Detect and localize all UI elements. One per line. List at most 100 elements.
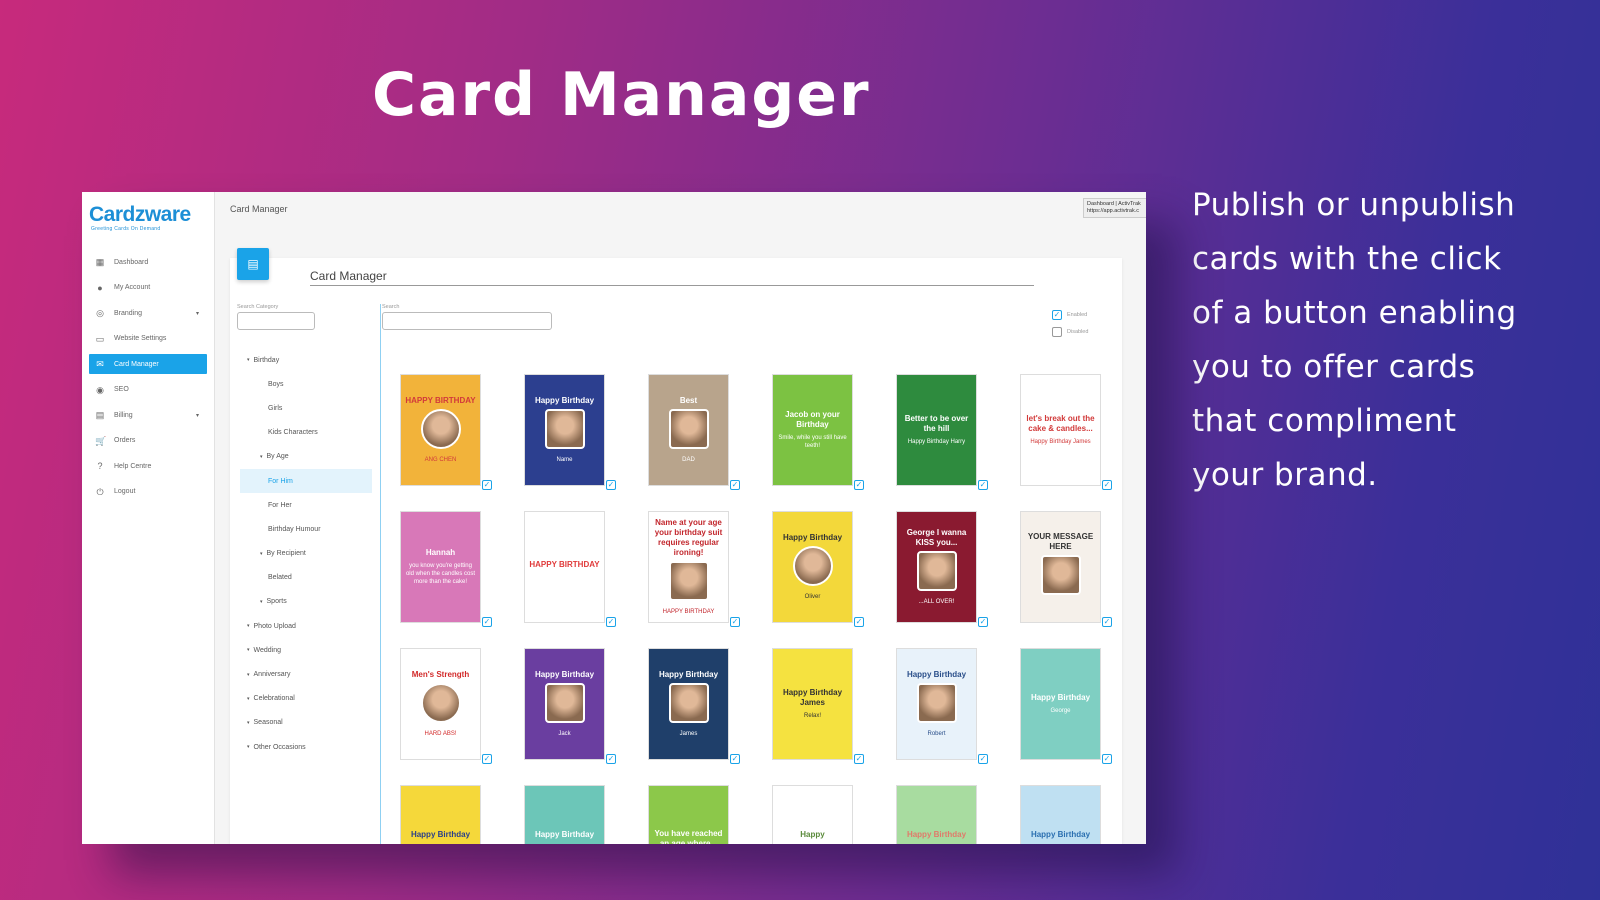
sidebar-item-billing[interactable]: ▤ Billing ▾ <box>89 405 207 425</box>
card-item[interactable]: Jacob on your Birthday Smile, while you s… <box>772 374 864 490</box>
card-enabled-checkbox[interactable]: ✓ <box>978 617 988 627</box>
card-thumbnail[interactable]: Happy BirthdayBenjamin <box>1020 785 1101 844</box>
card-item[interactable]: Happy BirthdayJames <box>400 785 490 844</box>
card-thumbnail[interactable]: HappyBIRTHDAY <box>772 785 853 844</box>
card-enabled-checkbox[interactable]: ✓ <box>482 617 492 627</box>
card-enabled-checkbox[interactable]: ✓ <box>1102 754 1112 764</box>
card-enabled-checkbox[interactable]: ✓ <box>730 480 740 490</box>
card-thumbnail[interactable]: Hannah you know you're getting old when t… <box>400 511 481 623</box>
card-enabled-checkbox[interactable]: ✓ <box>482 480 492 490</box>
category-birthday[interactable]: ▾ Birthday <box>240 348 372 372</box>
card-item[interactable]: Name at your age your birthday suit requ… <box>648 511 740 627</box>
card-item[interactable]: Men's Strength HARD ABS! ✓ <box>400 648 492 764</box>
sidebar-item-help-centre[interactable]: ? Help Centre <box>89 456 207 476</box>
card-thumbnail[interactable]: Happy Birthday Name <box>524 374 605 486</box>
card-thumbnail[interactable]: HAPPY BIRTHDAY <box>524 511 605 623</box>
card-item[interactable]: Happy Birthday Name ✓ <box>524 374 616 490</box>
card-enabled-checkbox[interactable]: ✓ <box>482 754 492 764</box>
card-thumbnail[interactable]: Jacob on your Birthday Smile, while you s… <box>772 374 853 486</box>
sidebar-item-website-settings[interactable]: ▭ Website Settings <box>89 329 207 349</box>
card-item[interactable]: You have reached an age where... <box>648 785 738 844</box>
category-by-recipient[interactable]: ▾ By Recipient <box>240 542 372 566</box>
card-item[interactable]: Happy Birthday James Relax! ✓ <box>772 648 864 764</box>
category-photo-upload[interactable]: ▾ Photo Upload <box>240 614 372 638</box>
caret-down-icon[interactable]: ▾ <box>247 720 250 726</box>
card-item[interactable]: let's break out the cake & candles... Hap… <box>1020 374 1112 490</box>
card-enabled-checkbox[interactable]: ✓ <box>606 480 616 490</box>
card-thumbnail[interactable]: Happy BirthdayDavid <box>524 785 605 844</box>
card-thumbnail[interactable]: Happy Birthday Jack <box>524 648 605 760</box>
category-boys[interactable]: Boys <box>240 372 372 396</box>
card-enabled-checkbox[interactable]: ✓ <box>606 617 616 627</box>
card-thumbnail[interactable]: George I wanna KISS you... ...ALL OVER! <box>896 511 977 623</box>
card-item[interactable]: Happy Birthday George ✓ <box>1020 648 1112 764</box>
sidebar-item-seo[interactable]: ◉ SEO <box>89 380 207 400</box>
caret-down-icon[interactable]: ▾ <box>247 672 250 678</box>
enabled-checkbox[interactable]: ✓ <box>1052 310 1062 320</box>
sidebar-item-orders[interactable]: 🛒 Orders <box>89 431 207 451</box>
sidebar-item-dashboard[interactable]: ▦ Dashboard <box>89 252 207 272</box>
card-enabled-checkbox[interactable]: ✓ <box>854 480 864 490</box>
card-thumbnail[interactable]: Happy Birthday James <box>648 648 729 760</box>
caret-down-icon[interactable]: ▾ <box>247 647 250 653</box>
card-item[interactable]: Happy BirthdayMichael <box>896 785 986 844</box>
card-thumbnail[interactable]: Happy Birthday James Relax! <box>772 648 853 760</box>
card-item[interactable]: Happy Birthday Robert ✓ <box>896 648 988 764</box>
caret-down-icon[interactable]: ▾ <box>260 454 263 460</box>
card-item[interactable]: HAPPY BIRTHDAY ✓ <box>524 511 616 627</box>
card-enabled-checkbox[interactable]: ✓ <box>1102 617 1112 627</box>
card-item[interactable]: HAPPY BIRTHDAY ANG CHEN ✓ <box>400 374 492 490</box>
category-wedding[interactable]: ▾ Wedding <box>240 638 372 662</box>
card-thumbnail[interactable]: Men's Strength HARD ABS! <box>400 648 481 760</box>
sidebar-item-branding[interactable]: ◎ Branding ▾ <box>89 303 207 323</box>
search-input[interactable] <box>382 312 552 330</box>
logo[interactable]: Cardzware Greeting Cards On Demand <box>82 192 214 244</box>
card-item[interactable]: Happy Birthday James ✓ <box>648 648 740 764</box>
card-enabled-checkbox[interactable]: ✓ <box>730 617 740 627</box>
card-enabled-checkbox[interactable]: ✓ <box>978 754 988 764</box>
caret-down-icon[interactable]: ▾ <box>260 551 263 557</box>
caret-down-icon[interactable]: ▾ <box>247 696 250 702</box>
card-item[interactable]: Best DAD ✓ <box>648 374 740 490</box>
category-seasonal[interactable]: ▾ Seasonal <box>240 711 372 735</box>
card-item[interactable]: Happy BirthdayDavid <box>524 785 614 844</box>
category-by-age[interactable]: ▾ By Age <box>240 445 372 469</box>
category-belated[interactable]: Belated <box>240 566 372 590</box>
card-thumbnail[interactable]: Best DAD <box>648 374 729 486</box>
caret-down-icon[interactable]: ▾ <box>247 623 250 629</box>
card-thumbnail[interactable]: Happy Birthday Oliver <box>772 511 853 623</box>
caret-down-icon[interactable]: ▾ <box>247 357 250 363</box>
card-thumbnail[interactable]: Better to be over the hill Happy Birthday… <box>896 374 977 486</box>
card-thumbnail[interactable]: Name at your age your birthday suit requ… <box>648 511 729 623</box>
card-thumbnail[interactable]: You have reached an age where... <box>648 785 729 844</box>
card-thumbnail[interactable]: HAPPY BIRTHDAY ANG CHEN <box>400 374 481 486</box>
category-for-her[interactable]: For Her <box>240 493 372 517</box>
card-enabled-checkbox[interactable]: ✓ <box>854 754 864 764</box>
sidebar-item-my-account[interactable]: ● My Account <box>89 278 207 298</box>
card-item[interactable]: Better to be over the hill Happy Birthday… <box>896 374 988 490</box>
sidebar-item-logout[interactable]: ⏻ Logout <box>89 482 207 502</box>
category-for-him[interactable]: For Him <box>240 468 372 494</box>
card-enabled-checkbox[interactable]: ✓ <box>1102 480 1112 490</box>
category-sports[interactable]: ▾ Sports <box>240 590 372 614</box>
card-enabled-checkbox[interactable]: ✓ <box>606 754 616 764</box>
card-enabled-checkbox[interactable]: ✓ <box>854 617 864 627</box>
card-thumbnail[interactable]: Happy BirthdayMichael <box>896 785 977 844</box>
card-item[interactable]: George I wanna KISS you... ...ALL OVER! ✓ <box>896 511 988 627</box>
category-girls[interactable]: Girls <box>240 396 372 420</box>
sidebar-item-card-manager[interactable]: ✉ Card Manager <box>89 354 207 374</box>
filter-enabled[interactable]: ✓ Enabled <box>1052 310 1087 320</box>
card-item[interactable]: Hannah you know you're getting old when t… <box>400 511 492 627</box>
card-item[interactable]: Happy Birthday Jack ✓ <box>524 648 616 764</box>
filter-disabled[interactable]: Disabled <box>1052 327 1088 337</box>
card-thumbnail[interactable]: YOUR MESSAGE HERE <box>1020 511 1101 623</box>
category-other-occasions[interactable]: ▾ Other Occasions <box>240 735 372 759</box>
disabled-checkbox[interactable] <box>1052 327 1062 337</box>
card-item[interactable]: Happy BirthdayBenjamin <box>1020 785 1110 844</box>
category-birthday-humour[interactable]: Birthday Humour <box>240 517 372 541</box>
card-thumbnail[interactable]: Happy Birthday Robert <box>896 648 977 760</box>
caret-down-icon[interactable]: ▾ <box>247 744 250 750</box>
card-item[interactable]: HappyBIRTHDAY <box>772 785 862 844</box>
card-thumbnail[interactable]: Happy Birthday George <box>1020 648 1101 760</box>
category-anniversary[interactable]: ▾ Anniversary <box>240 662 372 686</box>
